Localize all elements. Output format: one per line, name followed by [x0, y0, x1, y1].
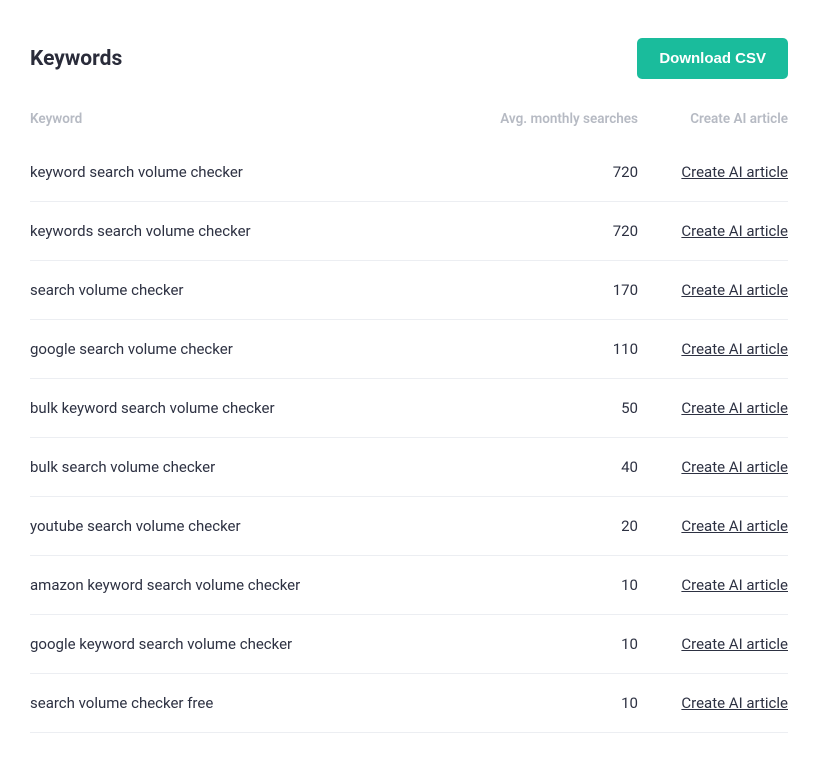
create-ai-article-link[interactable]: Create AI article: [681, 222, 788, 240]
action-cell: Create AI article: [638, 222, 788, 240]
table-row: google search volume checker110 Create AI…: [30, 320, 788, 379]
create-ai-article-link[interactable]: Create AI article: [681, 458, 788, 476]
page-title: Keywords: [30, 47, 122, 71]
action-cell: Create AI article: [638, 458, 788, 476]
keyword-cell: amazon keyword search volume checker: [30, 576, 458, 594]
keyword-cell: bulk keyword search volume checker: [30, 399, 458, 417]
keyword-table-body: keyword search volume checker720Create A…: [30, 143, 788, 733]
keyword-cell: keyword search volume checker: [30, 163, 458, 181]
action-cell: Create AI article: [638, 576, 788, 594]
keyword-cell: search volume checker: [30, 281, 458, 299]
searches-cell: 720: [458, 222, 638, 240]
create-ai-article-link[interactable]: Create AI article: [681, 399, 788, 417]
searches-cell: 170: [458, 281, 638, 299]
table-row: search volume checker170 Create AI articl…: [30, 261, 788, 320]
searches-cell: 10: [458, 694, 638, 712]
table-row: bulk keyword search volume checker50 Crea…: [30, 379, 788, 438]
searches-cell: 50: [458, 399, 638, 417]
action-cell: Create AI article: [638, 340, 788, 358]
table-row: amazon keyword search volume checker10 Cr…: [30, 556, 788, 615]
keyword-cell: google keyword search volume checker: [30, 635, 458, 653]
searches-cell: 10: [458, 576, 638, 594]
searches-cell: 720: [458, 163, 638, 181]
searches-cell: 20: [458, 517, 638, 535]
column-header-action: Create AI article: [638, 111, 788, 127]
table-row: keyword search volume checker720 Create A…: [30, 143, 788, 202]
table-row: google keyword search volume checker10 Cr…: [30, 615, 788, 674]
action-cell: Create AI article: [638, 635, 788, 653]
searches-cell: 40: [458, 458, 638, 476]
action-cell: Create AI article: [638, 163, 788, 181]
table-row: bulk search volume checker40 Create AI ar…: [30, 438, 788, 497]
table-row: youtube search volume checker20 Create AI…: [30, 497, 788, 556]
searches-cell: 110: [458, 340, 638, 358]
action-cell: Create AI article: [638, 694, 788, 712]
keyword-cell: bulk search volume checker: [30, 458, 458, 476]
action-cell: Create AI article: [638, 517, 788, 535]
create-ai-article-link[interactable]: Create AI article: [681, 576, 788, 594]
keyword-cell: google search volume checker: [30, 340, 458, 358]
keyword-cell: search volume checker free: [30, 694, 458, 712]
create-ai-article-link[interactable]: Create AI article: [681, 635, 788, 653]
create-ai-article-link[interactable]: Create AI article: [681, 340, 788, 358]
header-row: Keywords Download CSV: [30, 38, 788, 79]
create-ai-article-link[interactable]: Create AI article: [681, 694, 788, 712]
download-csv-button[interactable]: Download CSV: [637, 38, 788, 79]
action-cell: Create AI article: [638, 281, 788, 299]
searches-cell: 10: [458, 635, 638, 653]
column-header-searches: Avg. monthly searches: [458, 111, 638, 127]
create-ai-article-link[interactable]: Create AI article: [681, 517, 788, 535]
keyword-cell: youtube search volume checker: [30, 517, 458, 535]
keyword-cell: keywords search volume checker: [30, 222, 458, 240]
create-ai-article-link[interactable]: Create AI article: [681, 163, 788, 181]
table-row: keywords search volume checker720 Create …: [30, 202, 788, 261]
create-ai-article-link[interactable]: Create AI article: [681, 281, 788, 299]
column-header-keyword: Keyword: [30, 111, 458, 127]
action-cell: Create AI article: [638, 399, 788, 417]
table-header: Keyword Avg. monthly searches Create AI …: [30, 111, 788, 143]
table-row: search volume checker free10 Create AI ar…: [30, 674, 788, 733]
